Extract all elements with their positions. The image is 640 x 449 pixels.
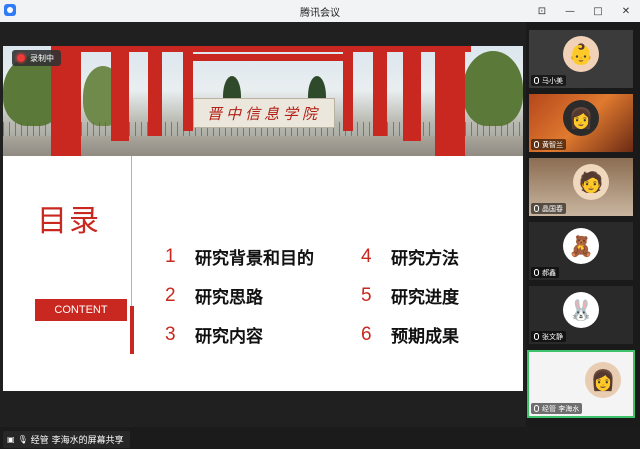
title-bar: 腾讯会议 ⊡ — □ ✕ bbox=[0, 0, 640, 23]
toc-text: 预期成果 bbox=[391, 327, 459, 347]
accent-bar bbox=[130, 306, 134, 354]
toc-item: 3 研究内容 bbox=[165, 322, 263, 348]
screen-share-icon: ▣ bbox=[7, 435, 15, 444]
participant-tile[interactable]: 🐰 张文静 bbox=[529, 286, 633, 344]
participant-video: 👶 bbox=[563, 36, 599, 72]
participant-video: 👩 bbox=[563, 100, 599, 136]
slide-divider bbox=[131, 156, 132, 316]
record-dot-icon bbox=[17, 54, 25, 62]
screen-share-label: 经管 李海水的屏幕共享 bbox=[30, 436, 124, 446]
toc-item: 4 研究方法 bbox=[361, 244, 459, 270]
mic-icon bbox=[534, 205, 539, 212]
recording-label: 录制中 bbox=[30, 53, 54, 63]
mic-icon bbox=[534, 269, 539, 276]
participant-avatar: 🐰 bbox=[563, 292, 599, 328]
participant-tile[interactable]: 👶 马小美 bbox=[529, 30, 633, 88]
campus-name-stone: 晋中信息学院 bbox=[193, 98, 335, 128]
participant-name: 马小美 bbox=[542, 76, 563, 85]
participant-name: 张文静 bbox=[542, 332, 563, 341]
mic-icon bbox=[534, 333, 539, 340]
participant-avatar: 🧸 bbox=[563, 228, 599, 264]
content-tag: CONTENT bbox=[35, 299, 127, 321]
toc-number: 5 bbox=[361, 284, 372, 306]
toc-text: 研究方法 bbox=[391, 249, 459, 269]
campus-gate-photo: 晋中信息学院 bbox=[3, 46, 523, 156]
participant-video: 🧑 bbox=[573, 164, 609, 200]
participant-name: 晶国春 bbox=[542, 204, 563, 213]
screen-share-area: 录制中 晋中信息学院 目录 CONTENT 1 研究背景和目的 2 研究思路 3… bbox=[0, 22, 526, 448]
participant-name: 经管 李海水 bbox=[542, 404, 580, 413]
participant-tile[interactable]: 👩 黄智兰 bbox=[529, 94, 633, 152]
mic-icon bbox=[534, 77, 539, 84]
pin-icon[interactable]: ⊡ bbox=[528, 0, 556, 22]
slide-title: 目录 bbox=[37, 204, 101, 239]
participant-tile[interactable]: 🧑 晶国春 bbox=[529, 158, 633, 216]
participant-tile[interactable]: 🧸 郝鑫 bbox=[529, 222, 633, 280]
toc-item: 1 研究背景和目的 bbox=[165, 244, 314, 270]
participants-panel: 👶 马小美 👩 黄智兰 🧑 晶国春 🧸 郝鑫 🐰 张文静 👩 经管 李海水 bbox=[526, 22, 640, 427]
toc-number: 4 bbox=[361, 245, 372, 267]
participant-name: 郝鑫 bbox=[542, 268, 556, 277]
recording-badge[interactable]: 录制中 bbox=[12, 50, 61, 66]
screen-share-status[interactable]: ▣ 🎙 经管 李海水的屏幕共享 bbox=[3, 431, 130, 448]
participant-name: 黄智兰 bbox=[542, 140, 563, 149]
participant-tile-active-speaker[interactable]: 👩 经管 李海水 bbox=[527, 350, 635, 418]
close-button[interactable]: ✕ bbox=[612, 0, 640, 22]
shared-slide: 晋中信息学院 目录 CONTENT 1 研究背景和目的 2 研究思路 3 研究内… bbox=[3, 46, 523, 391]
toc-number: 3 bbox=[165, 323, 176, 345]
mic-icon bbox=[534, 141, 539, 148]
toc-text: 研究背景和目的 bbox=[195, 249, 314, 269]
toc-text: 研究内容 bbox=[195, 327, 263, 347]
toc-item: 2 研究思路 bbox=[165, 283, 263, 309]
toc-item: 6 预期成果 bbox=[361, 322, 459, 348]
toc-text: 研究思路 bbox=[195, 288, 263, 308]
toc-number: 1 bbox=[165, 245, 176, 267]
toc-item: 5 研究进度 bbox=[361, 283, 459, 309]
minimize-button[interactable]: — bbox=[556, 0, 584, 22]
mic-icon: 🎙 bbox=[17, 435, 28, 444]
participant-video: 👩 bbox=[585, 362, 621, 398]
maximize-button[interactable]: □ bbox=[584, 0, 612, 22]
toc-text: 研究进度 bbox=[391, 288, 459, 308]
toc-number: 2 bbox=[165, 284, 176, 306]
mic-icon bbox=[534, 405, 539, 412]
toc-number: 6 bbox=[361, 323, 372, 345]
